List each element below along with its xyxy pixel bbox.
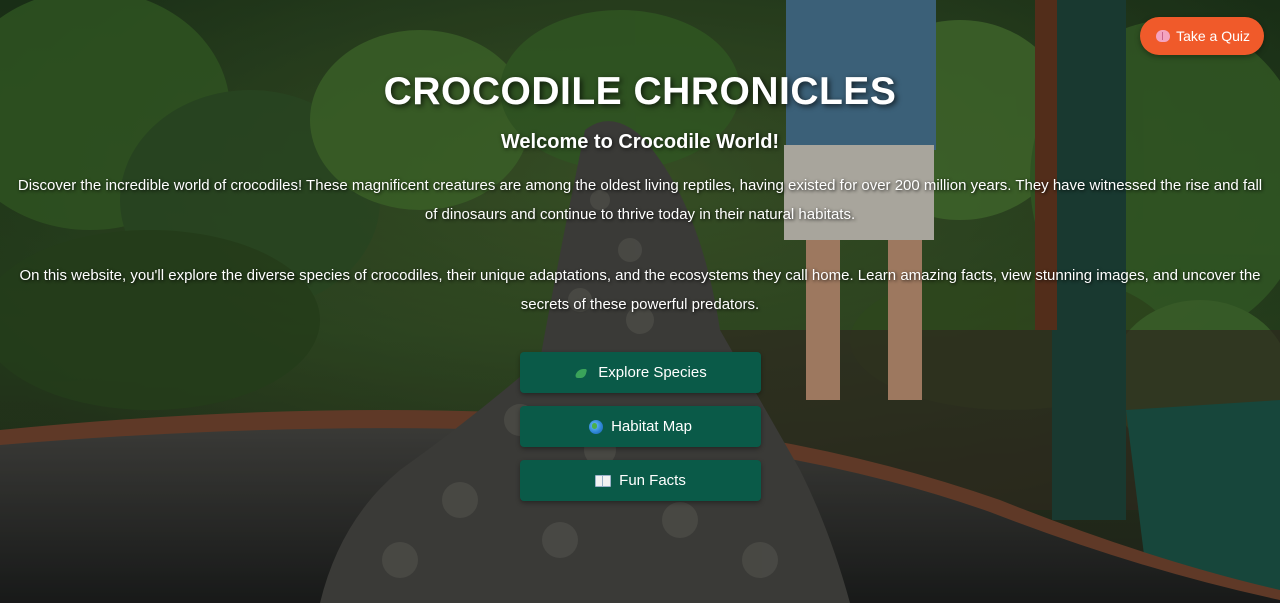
habitat-map-label: Habitat Map	[611, 418, 692, 435]
book-icon	[595, 475, 612, 487]
crocodile-icon	[574, 367, 590, 379]
globe-icon	[589, 419, 604, 434]
fun-facts-label: Fun Facts	[619, 472, 686, 489]
page-title: CROCODILE CHRONICLES	[383, 70, 897, 113]
intro-paragraph: Discover the incredible world of crocodi…	[17, 177, 1263, 223]
page: Take a Quiz CROCODILE CHRONICLES Welcome…	[0, 0, 1280, 603]
explore-species-label: Explore Species	[598, 364, 707, 381]
description-paragraph: On this website, you'll explore the dive…	[19, 267, 1261, 313]
page-subtitle: Welcome to Crocodile World!	[500, 131, 780, 153]
habitat-map-button[interactable]: Habitat Map	[520, 406, 761, 447]
take-quiz-label: Take a Quiz	[1176, 28, 1250, 44]
take-quiz-button[interactable]: Take a Quiz	[1140, 17, 1264, 55]
brain-icon	[1156, 30, 1171, 42]
fun-facts-button[interactable]: Fun Facts	[520, 460, 761, 501]
explore-species-button[interactable]: Explore Species	[520, 352, 761, 393]
